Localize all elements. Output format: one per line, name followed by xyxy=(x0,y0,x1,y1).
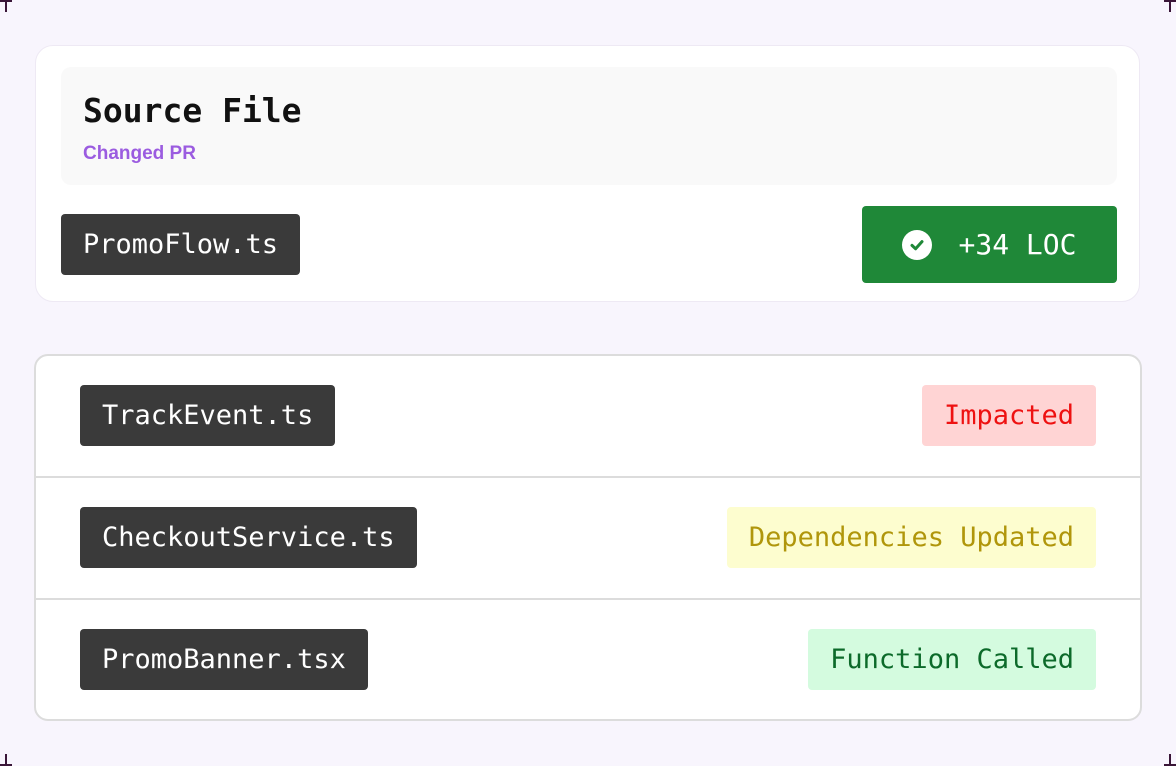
source-file-card: Source File Changed PR PromoFlow.ts +34 … xyxy=(35,45,1140,302)
list-item: PromoBanner.tsx Function Called xyxy=(36,600,1140,719)
source-file-header: Source File Changed PR xyxy=(61,67,1117,185)
source-file-title: Source File xyxy=(83,91,302,130)
corner-mark-top-left xyxy=(0,0,12,12)
impacted-file-chip[interactable]: PromoBanner.tsx xyxy=(80,629,368,690)
corner-mark-bottom-right xyxy=(1164,754,1176,766)
loc-badge: +34 LOC xyxy=(862,206,1117,283)
source-file-chip[interactable]: PromoFlow.ts xyxy=(61,214,301,275)
list-item: CheckoutService.ts Dependencies Updated xyxy=(36,478,1140,600)
impacted-file-chip[interactable]: CheckoutService.ts xyxy=(80,507,417,568)
check-circle-icon xyxy=(902,229,933,260)
impacted-files-list: TrackEvent.ts Impacted CheckoutService.t… xyxy=(34,354,1142,721)
corner-mark-top-right xyxy=(1164,0,1176,12)
list-item: TrackEvent.ts Impacted xyxy=(36,356,1140,478)
corner-mark-bottom-left xyxy=(0,754,12,766)
status-badge: Impacted xyxy=(921,385,1096,446)
status-badge: Function Called xyxy=(808,629,1096,690)
source-file-subtitle: Changed PR xyxy=(83,143,196,164)
status-badge: Dependencies Updated xyxy=(726,507,1096,568)
loc-label: +34 LOC xyxy=(958,228,1077,261)
impacted-file-chip[interactable]: TrackEvent.ts xyxy=(80,385,336,446)
